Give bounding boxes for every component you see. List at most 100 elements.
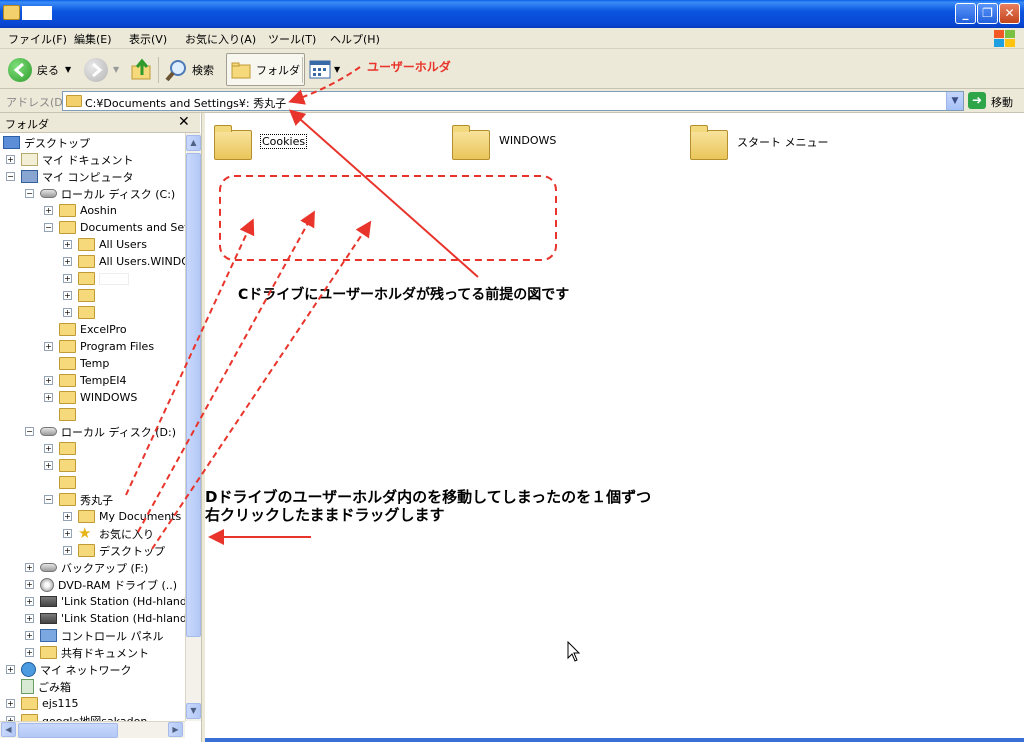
expand-icon[interactable]: +: [6, 155, 15, 164]
collapse-icon[interactable]: −: [6, 172, 15, 181]
expand-icon[interactable]: +: [44, 444, 53, 453]
tree-item-hidden-3[interactable]: +: [63, 304, 99, 321]
tree-item-desktop[interactable]: デスクトップ: [3, 134, 90, 151]
tree-item-control-panel[interactable]: + コントロール パネル: [25, 627, 164, 644]
forward-button[interactable]: ▼: [84, 53, 119, 86]
tree-item-favorites[interactable]: + ★ お気に入り: [63, 525, 154, 542]
collapse-icon[interactable]: −: [25, 427, 34, 436]
file-cookies[interactable]: Cookies: [260, 134, 308, 149]
tree-item-all-users[interactable]: + All Users: [63, 236, 147, 253]
tree-item-excelpro[interactable]: ExcelPro: [44, 321, 127, 338]
back-button[interactable]: 戻る ▼: [8, 53, 71, 86]
tree-item-my-computer[interactable]: − マイ コンピュータ: [6, 168, 134, 185]
menu-view[interactable]: 表示(V): [129, 31, 167, 47]
folder-icon[interactable]: [690, 125, 728, 160]
tree-item-tempei4[interactable]: + TempEI4: [44, 372, 127, 389]
go-button[interactable]: 移動: [991, 94, 1013, 110]
tree-item-temp[interactable]: Temp: [44, 355, 109, 372]
address-input[interactable]: C:¥Documents and Settings¥: 秀丸子 ▼: [62, 91, 964, 111]
expand-icon[interactable]: +: [63, 308, 72, 317]
go-arrow-icon[interactable]: ➜: [968, 92, 986, 109]
menu-tools[interactable]: ツール(T): [268, 31, 316, 47]
tree-item-drive-d[interactable]: − ローカル ディスク (D:): [25, 423, 176, 440]
expand-icon[interactable]: +: [63, 529, 72, 538]
expand-icon[interactable]: +: [63, 257, 72, 266]
maximize-button[interactable]: ❐: [977, 3, 998, 24]
tree-item-drive-c[interactable]: − ローカル ディスク (C:): [25, 185, 175, 202]
tree-item-hidden-1[interactable]: +: [63, 270, 129, 287]
tree-item-documents-and-settings[interactable]: − Documents and Setti: [44, 219, 185, 236]
scroll-up-icon[interactable]: ▲: [186, 135, 201, 151]
file-start-menu[interactable]: スタート メニュー: [737, 134, 829, 150]
scroll-thumb[interactable]: [18, 723, 118, 738]
expand-icon[interactable]: +: [44, 461, 53, 470]
tree-item-my-documents-d[interactable]: + My Documents: [63, 508, 181, 525]
expand-icon[interactable]: +: [63, 240, 72, 249]
views-button[interactable]: ▼: [309, 53, 340, 86]
collapse-icon[interactable]: −: [25, 189, 34, 198]
tree-item-my-network[interactable]: + マイ ネットワーク: [6, 661, 132, 678]
expand-icon[interactable]: +: [6, 699, 15, 708]
expand-icon[interactable]: +: [6, 665, 15, 674]
tree-item-link-station-2[interactable]: + 'Link Station (Hd-hland6: [25, 610, 185, 627]
scroll-thumb[interactable]: [186, 153, 201, 637]
expand-icon[interactable]: +: [63, 274, 72, 283]
tree-item-program-files[interactable]: + Program Files: [44, 338, 154, 355]
tree-item-windows[interactable]: + WINDOWS: [44, 389, 137, 406]
tree-horizontal-scrollbar[interactable]: ◀ ▶: [0, 721, 185, 738]
expand-icon[interactable]: +: [63, 546, 72, 555]
folders-button[interactable]: フォルダ: [226, 53, 305, 86]
expand-icon[interactable]: +: [25, 597, 34, 606]
tree-item-dvd-ram[interactable]: + DVD-RAM ドライブ (..): [25, 576, 177, 593]
tree-item-hidden-4[interactable]: [44, 406, 80, 423]
tree-item-ejs115[interactable]: + ejs115: [6, 695, 79, 712]
folder-pane-close-button[interactable]: ✕: [178, 114, 190, 130]
expand-icon[interactable]: +: [44, 376, 53, 385]
expand-icon[interactable]: +: [63, 291, 72, 300]
collapse-icon[interactable]: −: [44, 223, 53, 232]
expand-icon[interactable]: +: [25, 648, 34, 657]
tree-item-aoshin[interactable]: + Aoshin: [44, 202, 117, 219]
menu-file[interactable]: ファイル(F): [8, 31, 67, 47]
tree-item-link-station-1[interactable]: + 'Link Station (Hd-hland6: [25, 593, 185, 610]
close-button[interactable]: ✕: [999, 3, 1020, 24]
file-windows[interactable]: WINDOWS: [499, 134, 556, 147]
up-folder-button[interactable]: [130, 53, 154, 86]
tree-item-recycle-bin[interactable]: ごみ箱: [6, 678, 71, 695]
collapse-icon[interactable]: −: [44, 495, 53, 504]
folder-icon[interactable]: [214, 125, 252, 160]
minimize-button[interactable]: _: [955, 3, 976, 24]
tree-item-hidden-6[interactable]: +: [44, 457, 80, 474]
tree-item-all-users-windows[interactable]: + All Users.WINDO: [63, 253, 185, 270]
menu-favorites[interactable]: お気に入り(A): [185, 31, 256, 47]
expand-icon[interactable]: +: [25, 631, 34, 640]
tree-item-google-map[interactable]: + google地図sakadon: [6, 712, 147, 721]
forward-dropdown-icon[interactable]: ▼: [113, 65, 119, 74]
address-dropdown-button[interactable]: ▼: [946, 92, 963, 110]
scroll-down-icon[interactable]: ▼: [186, 703, 201, 719]
expand-icon[interactable]: +: [44, 342, 53, 351]
scroll-right-icon[interactable]: ▶: [168, 722, 183, 737]
expand-icon[interactable]: +: [63, 512, 72, 521]
tree-item-backup-f[interactable]: + バックアップ (F:): [25, 559, 148, 576]
tree-item-my-documents[interactable]: + マイ ドキュメント: [6, 151, 134, 168]
scroll-left-icon[interactable]: ◀: [1, 722, 16, 737]
title-bar[interactable]: _ ❐ ✕: [0, 0, 1024, 28]
folder-icon[interactable]: [452, 125, 490, 160]
back-dropdown-icon[interactable]: ▼: [65, 65, 71, 74]
expand-icon[interactable]: +: [44, 206, 53, 215]
expand-icon[interactable]: +: [44, 393, 53, 402]
tree-item-desktop-d[interactable]: + デスクトップ: [63, 542, 165, 559]
tree-item-hidden-2[interactable]: +: [63, 287, 99, 304]
expand-icon[interactable]: +: [25, 580, 34, 589]
tree-vertical-scrollbar[interactable]: ▲ ▼: [185, 133, 201, 721]
tree-item-shared-documents[interactable]: + 共有ドキュメント: [25, 644, 149, 661]
menu-help[interactable]: ヘルプ(H): [330, 31, 380, 47]
expand-icon[interactable]: +: [25, 614, 34, 623]
expand-icon[interactable]: +: [25, 563, 34, 572]
tree-item-hidemaruko[interactable]: − 秀丸子: [44, 491, 113, 508]
tree-item-hidden-7[interactable]: [44, 474, 80, 491]
menu-edit[interactable]: 編集(E): [74, 31, 112, 47]
tree-item-hidden-5[interactable]: +: [44, 440, 80, 457]
search-button[interactable]: 検索: [165, 53, 214, 86]
